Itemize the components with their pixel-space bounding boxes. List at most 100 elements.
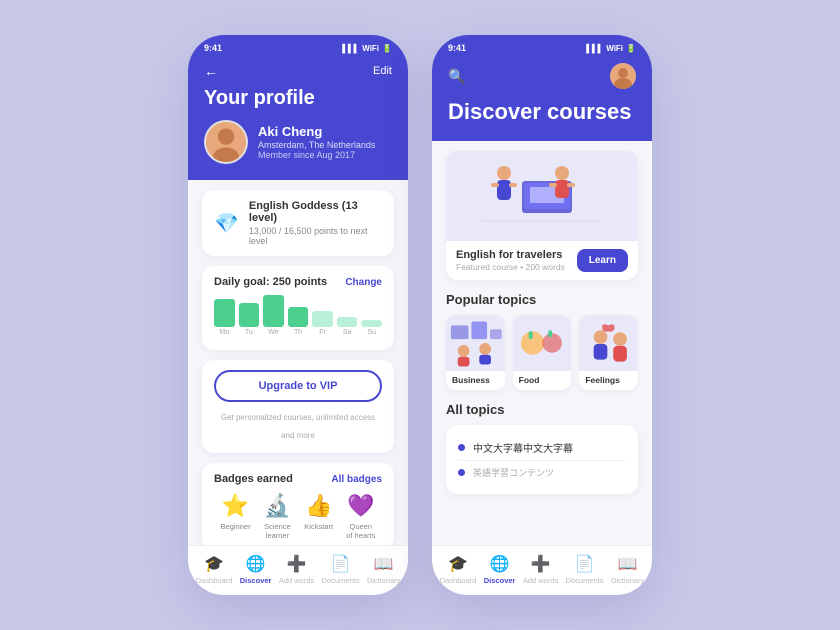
badges-section: Badges earned All badges ⭐ Beginner 🔬 Sc…: [202, 463, 394, 545]
profile-row: Aki Cheng Amsterdam, The Netherlands Mem…: [204, 120, 392, 164]
nav-discover-left[interactable]: 🌐 Discover: [240, 554, 272, 585]
featured-title: English for travelers: [456, 249, 565, 261]
science-label: Sciencelearner: [264, 522, 291, 540]
all-topics-title: All topics: [446, 402, 638, 417]
level-badge-card: 💎 English Goddess (13 level) 13,000 / 16…: [202, 190, 394, 256]
bar-col-su: Su: [361, 320, 382, 336]
badge-queen: 💜 Queenof hearts: [346, 493, 375, 540]
all-topics-list: 中文大字幕中文大字幕 英語学習コンテンツ: [446, 425, 638, 494]
right-content: English for travelers Featured course • …: [432, 141, 652, 545]
vip-section: Upgrade to VIP Get personalized courses,…: [202, 360, 394, 453]
battery-icon: 🔋: [382, 44, 392, 53]
topic-dot-2: [458, 469, 465, 476]
nav-addwords-right[interactable]: ➕ Add words: [523, 554, 558, 585]
signal-icon: ▌▌▌: [342, 44, 359, 53]
bar-col-tu: Tu: [239, 303, 260, 336]
status-bar-right: 9:41 ▌▌▌ WiFi 🔋: [432, 35, 652, 57]
right-page-title: Discover courses: [448, 99, 636, 125]
signal-icon-right: ▌▌▌: [586, 44, 603, 53]
nav-dashboard-left[interactable]: 🎓 Dashboard: [196, 554, 233, 585]
level-sub: 13,000 / 16,500 points to next level: [249, 226, 382, 246]
all-badges-link[interactable]: All badges: [331, 474, 382, 485]
science-icon: 🔬: [264, 493, 291, 519]
nav-addwords-left[interactable]: ➕ Add words: [279, 554, 314, 585]
right-bottom-nav: 🎓 Dashboard 🌐 Discover ➕ Add words 📄 Doc…: [432, 545, 652, 595]
nav-dashboard-right[interactable]: 🎓 Dashboard: [440, 554, 477, 585]
badges-title: Badges earned: [214, 473, 293, 485]
bar-mo: [214, 299, 235, 327]
food-illustration: [513, 315, 572, 371]
topic-feelings[interactable]: Feelings: [579, 315, 638, 390]
topic-dot-1: [458, 444, 465, 451]
featured-info: English for travelers Featured course • …: [456, 249, 565, 272]
topic-text-2: 英語学習コンテンツ: [473, 466, 554, 479]
dictionary-icon-right: 📖: [618, 554, 638, 574]
bar-col-sa: Sa: [337, 317, 358, 336]
bar-th: [288, 307, 309, 327]
topic-text-1: 中文大字幕中文大字幕: [473, 440, 573, 455]
change-button[interactable]: Change: [345, 277, 382, 288]
beginner-icon: ⭐: [222, 493, 249, 519]
nav-documents-left[interactable]: 📄 Documents: [322, 554, 360, 585]
daily-header: Daily goal: 250 points Change: [214, 276, 382, 288]
badges-grid: ⭐ Beginner 🔬 Sciencelearner 👍 Kickstart …: [214, 493, 382, 540]
user-member: Member since Aug 2017: [258, 150, 375, 160]
topic-food[interactable]: Food: [513, 315, 572, 390]
bar-sa: [337, 317, 358, 327]
topic-business[interactable]: Business: [446, 315, 505, 390]
discover-icon-left: 🌐: [246, 554, 266, 574]
wifi-icon: WiFi: [362, 44, 379, 53]
right-header: 🔍 Discover courses: [432, 57, 652, 141]
status-icons-right: ▌▌▌ WiFi 🔋: [586, 44, 636, 53]
left-nav-row: ← Edit: [204, 63, 392, 79]
featured-sub: Featured course • 200 words: [456, 262, 565, 272]
featured-illustration: [446, 151, 638, 241]
nav-dictionary-right[interactable]: 📖 Dictionary: [611, 554, 644, 585]
nav-documents-right[interactable]: 📄 Documents: [566, 554, 604, 585]
discover-icon-right: 🌐: [490, 554, 510, 574]
bar-col-fr: Fr: [312, 311, 333, 336]
topic-list-item-2[interactable]: 英語学習コンテンツ: [458, 461, 626, 484]
feelings-label: Feelings: [579, 371, 638, 390]
badges-header: Badges earned All badges: [214, 473, 382, 485]
daily-goal-card: Daily goal: 250 points Change Mo Tu We: [202, 266, 394, 350]
badge-science: 🔬 Sciencelearner: [264, 493, 291, 540]
dashboard-icon-right: 🎓: [448, 554, 468, 574]
avatar: [204, 120, 248, 164]
right-phone: 9:41 ▌▌▌ WiFi 🔋 🔍 Discover courses: [432, 35, 652, 595]
edit-button[interactable]: Edit: [373, 65, 392, 77]
bar-col-th: Th: [288, 307, 309, 336]
topic-list-item-1[interactable]: 中文大字幕中文大字幕: [458, 435, 626, 461]
left-bottom-nav: 🎓 Dashboard 🌐 Discover ➕ Add words 📄 Doc…: [188, 545, 408, 595]
back-button[interactable]: ←: [204, 63, 218, 79]
bar-we: [263, 295, 284, 327]
nav-discover-right[interactable]: 🌐 Discover: [484, 554, 516, 585]
queen-label: Queenof hearts: [346, 522, 375, 540]
left-phone: 9:41 ▌▌▌ WiFi 🔋 ← Edit Your profile Aki …: [188, 35, 408, 595]
status-time-right: 9:41: [448, 43, 466, 53]
documents-icon-left: 📄: [331, 554, 351, 574]
featured-card: English for travelers Featured course • …: [446, 151, 638, 280]
queen-icon: 💜: [347, 493, 374, 519]
upgrade-vip-button[interactable]: Upgrade to VIP: [214, 370, 382, 402]
level-text: English Goddess (13 level) 13,000 / 16,5…: [249, 200, 382, 246]
user-location: Amsterdam, The Netherlands: [258, 140, 375, 150]
level-icon: 💎: [214, 211, 239, 236]
nav-dictionary-left[interactable]: 📖 Dictionary: [367, 554, 400, 585]
status-time-left: 9:41: [204, 43, 222, 53]
feelings-illustration: [579, 315, 638, 371]
learn-button[interactable]: Learn: [577, 249, 628, 272]
dashboard-icon: 🎓: [204, 554, 224, 574]
addwords-icon-left: ➕: [287, 554, 307, 574]
status-icons-left: ▌▌▌ WiFi 🔋: [342, 44, 392, 53]
user-name: Aki Cheng: [258, 124, 375, 139]
badge-kickstart: 👍 Kickstart: [304, 493, 333, 540]
bar-col-mo: Mo: [214, 299, 235, 336]
topics-row: Business Food: [446, 315, 638, 390]
search-icon[interactable]: 🔍: [448, 68, 465, 85]
left-content: 💎 English Goddess (13 level) 13,000 / 16…: [188, 180, 408, 545]
bar-tu: [239, 303, 260, 327]
featured-bottom: English for travelers Featured course • …: [446, 241, 638, 280]
wifi-icon-right: WiFi: [606, 44, 623, 53]
documents-icon-right: 📄: [575, 554, 595, 574]
